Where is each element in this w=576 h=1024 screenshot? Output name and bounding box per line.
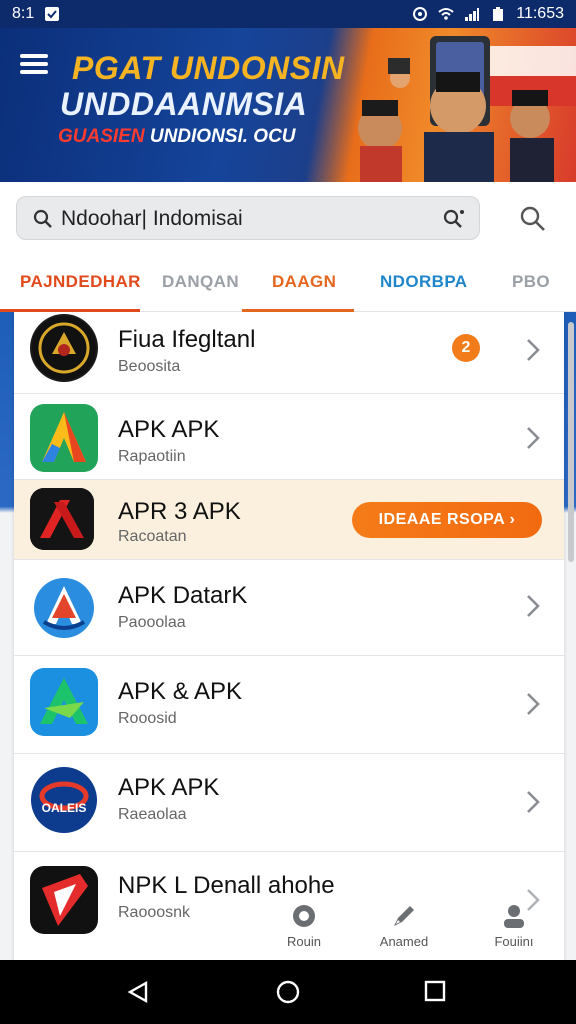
app-screen: 8:1 11:653 PGAT UNDONSIN UNDDAANMSIA GUA… xyxy=(0,0,576,1024)
search-button-icon[interactable] xyxy=(520,206,546,232)
banner-title-line3-red: GUASIEN xyxy=(58,126,145,147)
app-subtitle: Racoatan xyxy=(118,528,187,545)
nav-home-label: Rouin xyxy=(287,934,321,949)
menu-icon[interactable] xyxy=(20,54,48,78)
notification-badge: 2 xyxy=(452,334,480,362)
wifi-icon xyxy=(438,8,454,20)
banner-title-line3-rest: UNDIONSI. OCU xyxy=(149,126,296,147)
oval-logo-text: OALEIS xyxy=(42,801,87,815)
list-item[interactable]: APK APK Rapaotiin xyxy=(14,394,564,480)
notification-icon xyxy=(45,7,60,21)
signal-icon xyxy=(465,8,480,21)
nav-profile[interactable]: Fouiinı xyxy=(474,902,554,949)
profile-icon xyxy=(504,905,524,928)
system-nav-bar xyxy=(0,960,576,1024)
app-subtitle: Rooosid xyxy=(118,710,177,727)
list-item[interactable]: APK & APK Rooosid xyxy=(14,656,564,754)
app-name: APK APK xyxy=(118,416,220,443)
home-icon xyxy=(293,905,315,927)
list-item[interactable]: OALEIS APK APK Raeaolaa xyxy=(14,754,564,852)
emblem-icon xyxy=(30,314,98,382)
banner-title-line3: GUASIEN UNDIONSI. OCU xyxy=(58,126,296,148)
red-x-icon xyxy=(30,488,94,550)
tab-danqan[interactable]: DANQAN xyxy=(162,272,239,292)
chevron-right-icon[interactable] xyxy=(526,790,540,814)
status-time-right: 11:653 xyxy=(516,5,564,22)
green-a-icon xyxy=(30,404,98,472)
tab-pajndedhar[interactable]: PAJNDEDHAR xyxy=(20,272,141,292)
tab-daagn[interactable]: DAAGN xyxy=(272,272,336,292)
green-arrow-icon xyxy=(30,668,98,736)
scrollbar[interactable] xyxy=(568,322,574,562)
back-icon[interactable] xyxy=(126,980,150,1004)
app-name: Fiua Ifegltanl xyxy=(118,326,256,353)
battery-icon xyxy=(493,7,504,21)
app-name: APK DatarK xyxy=(118,582,248,609)
oval-logo-icon: OALEIS xyxy=(30,766,98,834)
app-name: APR 3 APK xyxy=(118,498,241,525)
search-icon xyxy=(33,209,52,228)
promo-banner[interactable]: PGAT UNDONSIN UNDDAANMSIA GUASIEN UNDION… xyxy=(0,28,576,182)
list-item-highlighted[interactable]: APR 3 APK Racoatan IDEAAE RSOPA › xyxy=(14,480,564,560)
app-subtitle: Paooolaa xyxy=(118,614,186,631)
status-bar: 8:1 11:653 xyxy=(0,0,576,28)
nav-edit[interactable]: Anamed xyxy=(364,902,444,949)
blue-a-icon xyxy=(30,572,98,640)
list-item[interactable]: Fiua Ifegltanl Beoosita 2 xyxy=(14,312,564,394)
nav-profile-label: Fouiinı xyxy=(494,934,534,949)
nav-home[interactable]: Rouin xyxy=(264,902,344,949)
tab-pbo[interactable]: PBO xyxy=(512,272,550,292)
app-list-container[interactable]: Fiua Ifegltanl Beoosita 2 APK APK Rapaot… xyxy=(0,312,576,960)
app-list: Fiua Ifegltanl Beoosita 2 APK APK Rapaot… xyxy=(14,312,564,960)
list-item[interactable]: APK DatarK Paooolaa xyxy=(14,560,564,656)
banner-people-illustration xyxy=(358,36,576,182)
home-circle-icon[interactable] xyxy=(276,980,300,1004)
app-subtitle: Raooosnk xyxy=(118,904,191,921)
search-box[interactable] xyxy=(16,196,480,240)
app-subtitle: Beoosita xyxy=(118,358,181,375)
app-subtitle: Rapaotiin xyxy=(118,448,186,465)
chevron-right-icon[interactable] xyxy=(526,426,540,450)
search-area xyxy=(0,182,576,252)
banner-title-line2: UNDDAANMSIA xyxy=(60,86,308,122)
app-subtitle: Raeaolaa xyxy=(118,806,187,823)
search-submit-icon[interactable] xyxy=(443,209,465,229)
settings-status-icon xyxy=(413,7,428,21)
red-shield-icon xyxy=(30,866,98,934)
app-name: APK APK xyxy=(118,774,220,801)
banner-title-line1: PGAT UNDONSIN xyxy=(72,50,345,86)
install-button[interactable]: IDEAAE RSOPA › xyxy=(352,502,542,538)
chevron-right-icon[interactable] xyxy=(526,338,540,362)
status-time-left: 8:1 xyxy=(12,5,35,22)
recents-icon[interactable] xyxy=(424,980,446,1002)
pencil-icon xyxy=(394,906,414,926)
chevron-right-icon[interactable] xyxy=(526,594,540,618)
tab-ndorbpa[interactable]: NDORBPA xyxy=(380,272,468,292)
category-tabs: PAJNDEDHAR DANQAN DAAGN NDORBPA PBO xyxy=(0,252,576,312)
app-name: APK & APK xyxy=(118,678,243,705)
search-input[interactable] xyxy=(61,205,421,233)
chevron-right-icon[interactable] xyxy=(526,692,540,716)
bottom-nav: Rouin Anamed Fouiinı xyxy=(260,884,576,960)
nav-edit-label: Anamed xyxy=(379,934,429,949)
